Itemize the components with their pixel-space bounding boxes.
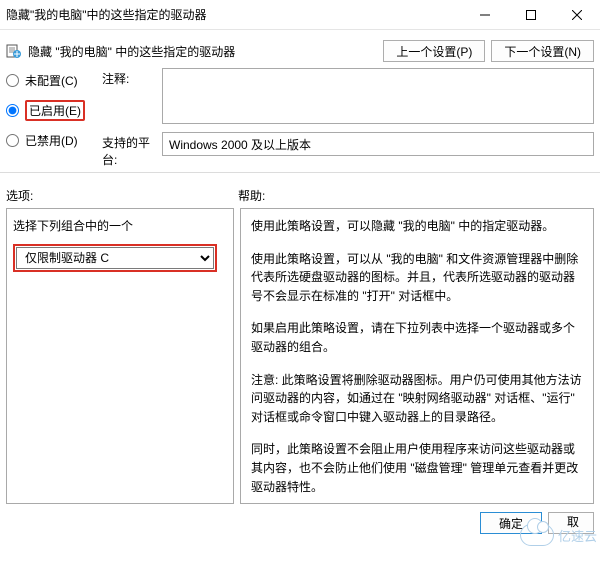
radio-not-configured[interactable]: 未配置(C) bbox=[6, 68, 102, 92]
options-label: 选项: bbox=[6, 187, 238, 204]
supported-label: 支持的平台: bbox=[102, 132, 162, 168]
radio-input-enabled[interactable] bbox=[6, 104, 19, 117]
lower-panes: 选择下列组合中的一个 仅限制驱动器 C 使用此策略设置，可以隐藏 "我的电脑" … bbox=[0, 208, 600, 504]
help-text: 注意: 此策略设置将删除驱动器图标。用户仍可使用其他方法访问驱动器的内容，如通过… bbox=[251, 371, 583, 427]
previous-setting-button[interactable]: 上一个设置(P) bbox=[383, 40, 485, 62]
help-label: 帮助: bbox=[238, 187, 265, 204]
section-labels: 选项: 帮助: bbox=[0, 181, 600, 208]
help-text: 同时，此策略设置不会阻止用户使用程序来访问这些驱动器或其内容，也不会防止他们使用… bbox=[251, 440, 583, 496]
radio-label: 未配置(C) bbox=[25, 72, 78, 89]
state-column: 未配置(C) 已启用(E) 已禁用(D) bbox=[6, 68, 102, 168]
help-text: 使用此策略设置，可以隐藏 "我的电脑" 中的指定驱动器。 bbox=[251, 217, 583, 236]
help-text: 使用此策略设置，可以从 "我的电脑" 和文件资源管理器中删除代表所选硬盘驱动器的… bbox=[251, 250, 583, 306]
divider bbox=[0, 172, 600, 173]
settings-area: 未配置(C) 已启用(E) 已禁用(D) 注释: 支持的平台: Windows … bbox=[0, 68, 600, 168]
help-pane[interactable]: 使用此策略设置，可以隐藏 "我的电脑" 中的指定驱动器。 使用此策略设置，可以从… bbox=[240, 208, 594, 504]
supported-value: Windows 2000 及以上版本 bbox=[162, 132, 594, 156]
drive-combination-dropdown[interactable]: 仅限制驱动器 C bbox=[16, 247, 214, 269]
minimize-button[interactable] bbox=[462, 0, 508, 30]
title-bar: 隐藏"我的电脑"中的这些指定的驱动器 bbox=[0, 0, 600, 30]
next-setting-button[interactable]: 下一个设置(N) bbox=[491, 40, 594, 62]
cancel-button[interactable]: 取消 bbox=[548, 512, 594, 534]
comment-label: 注释: bbox=[102, 68, 162, 87]
policy-icon bbox=[6, 43, 22, 59]
close-button[interactable] bbox=[554, 0, 600, 30]
comment-box[interactable] bbox=[162, 68, 594, 124]
options-pane: 选择下列组合中的一个 仅限制驱动器 C bbox=[6, 208, 234, 504]
radio-label: 已启用(E) bbox=[25, 100, 85, 121]
help-text: 如果启用此策略设置，请在下拉列表中选择一个驱动器或多个驱动器的组合。 bbox=[251, 319, 583, 356]
radio-input-not-configured[interactable] bbox=[6, 74, 19, 87]
header: 隐藏 "我的电脑" 中的这些指定的驱动器 上一个设置(P) 下一个设置(N) bbox=[0, 30, 600, 68]
button-row: 确定 取消 bbox=[0, 504, 600, 542]
radio-disabled[interactable]: 已禁用(D) bbox=[6, 128, 102, 152]
maximize-button[interactable] bbox=[508, 0, 554, 30]
policy-heading: 隐藏 "我的电脑" 中的这些指定的驱动器 bbox=[28, 43, 377, 60]
radio-enabled[interactable]: 已启用(E) bbox=[6, 98, 102, 122]
radio-input-disabled[interactable] bbox=[6, 134, 19, 147]
ok-button[interactable]: 确定 bbox=[480, 512, 542, 534]
dropdown-highlight: 仅限制驱动器 C bbox=[13, 244, 217, 272]
radio-label: 已禁用(D) bbox=[25, 132, 78, 149]
options-title: 选择下列组合中的一个 bbox=[13, 217, 227, 234]
meta-column: 注释: 支持的平台: Windows 2000 及以上版本 bbox=[102, 68, 594, 168]
window-title: 隐藏"我的电脑"中的这些指定的驱动器 bbox=[0, 6, 462, 23]
